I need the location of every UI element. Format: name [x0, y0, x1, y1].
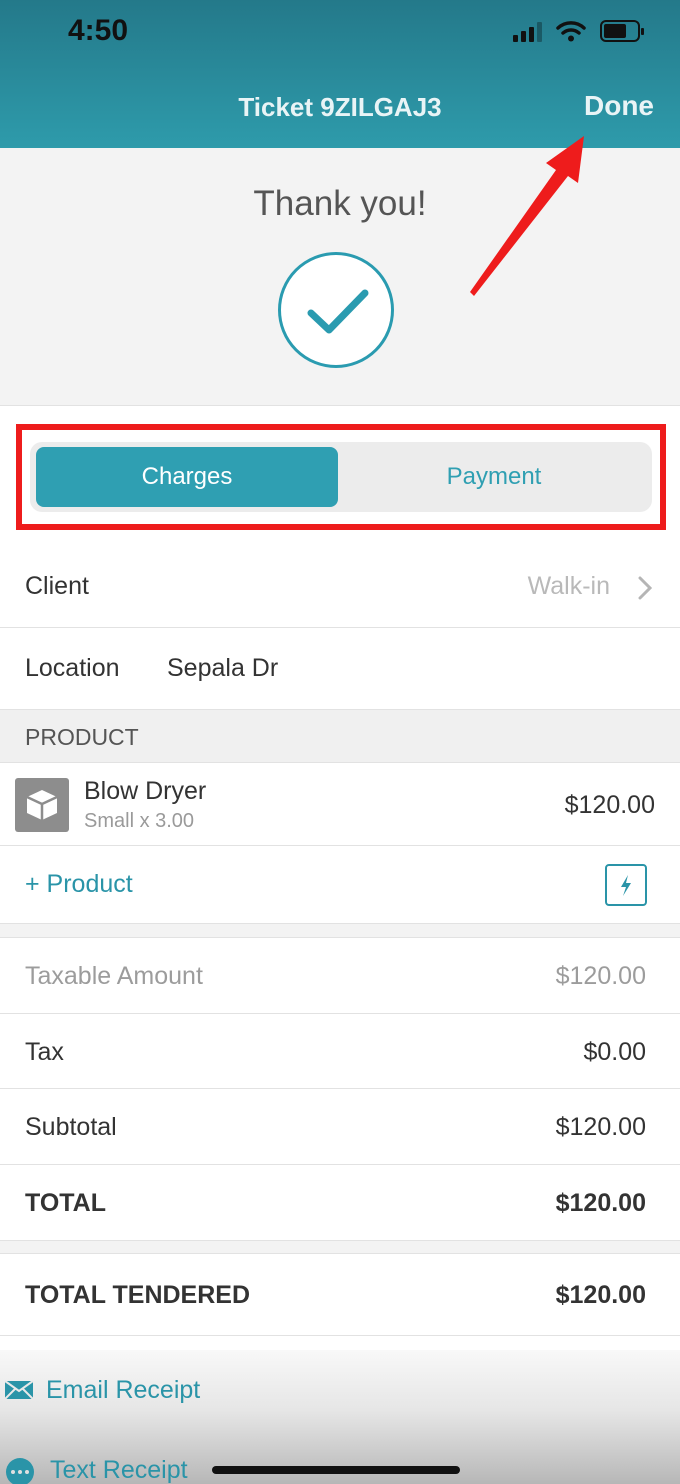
status-time: 4:50: [68, 14, 129, 47]
subtotal-label: Subtotal: [25, 1113, 117, 1141]
section-spacer-2: [0, 1241, 680, 1254]
tab-payment[interactable]: Payment: [342, 447, 646, 507]
location-row: Location Sepala Dr: [0, 628, 680, 710]
chevron-right-icon: [638, 576, 652, 600]
done-button[interactable]: Done: [584, 90, 654, 122]
battery-icon: [600, 20, 644, 42]
taxable-amount-row: Taxable Amount $120.00: [0, 938, 680, 1014]
taxable-label: Taxable Amount: [25, 962, 203, 990]
header-bar: 4:50 Ticket 9ZILGAJ3 Done: [0, 0, 680, 148]
product-detail: Small x 3.00: [84, 810, 195, 832]
taxable-value: $120.00: [555, 962, 646, 990]
total-tendered-value: $120.00: [555, 1281, 646, 1309]
section-spacer: [0, 924, 680, 938]
add-product-row: + Product: [0, 846, 680, 924]
status-icons: [513, 20, 644, 42]
client-row[interactable]: Client Walk-in: [0, 546, 680, 628]
home-indicator: [212, 1466, 460, 1474]
total-row: TOTAL $120.00: [0, 1165, 680, 1241]
client-label: Client: [25, 572, 89, 600]
product-price: $120.00: [564, 791, 655, 819]
tax-label: Tax: [25, 1038, 64, 1066]
subtotal-value: $120.00: [555, 1113, 646, 1141]
segmented-control: Charges Payment: [30, 442, 652, 512]
product-section-header: PRODUCT: [0, 710, 680, 763]
total-label: TOTAL: [25, 1189, 107, 1217]
text-receipt-label: Text Receipt: [50, 1455, 188, 1484]
add-product-button[interactable]: + Product: [25, 870, 133, 899]
thank-you-message: Thank you!: [253, 184, 427, 223]
email-receipt-label: Email Receipt: [46, 1375, 201, 1404]
subtotal-row: Subtotal $120.00: [0, 1089, 680, 1165]
total-tendered-label: TOTAL TENDERED: [25, 1281, 251, 1309]
tab-charges[interactable]: Charges: [36, 447, 338, 507]
product-section-title: PRODUCT: [25, 724, 139, 750]
total-value: $120.00: [555, 1189, 646, 1217]
chat-bubble-icon: [6, 1458, 34, 1484]
quick-add-lightning-icon[interactable]: [605, 864, 647, 906]
wifi-icon: [556, 21, 586, 42]
annotation-highlight-box: Charges Payment: [16, 424, 666, 530]
confirmation-panel: Thank you!: [0, 148, 680, 406]
product-name: Blow Dryer: [84, 777, 207, 805]
client-value: Walk-in: [527, 572, 610, 600]
tax-row: Tax $0.00: [0, 1014, 680, 1089]
cellular-signal-icon: [513, 20, 542, 42]
product-box-icon: [15, 778, 69, 832]
page-title: Ticket 9ZILGAJ3: [238, 92, 442, 122]
total-tendered-row: TOTAL TENDERED $120.00: [0, 1254, 680, 1336]
location-value: Sepala Dr: [167, 654, 279, 682]
location-label: Location: [25, 654, 120, 682]
envelope-icon: [4, 1380, 34, 1400]
email-receipt-button[interactable]: Email Receipt: [0, 1370, 680, 1410]
checkmark-icon: [278, 252, 394, 368]
tax-value: $0.00: [583, 1038, 646, 1066]
product-item-row[interactable]: Blow Dryer Small x 3.00 $120.00: [0, 763, 680, 846]
